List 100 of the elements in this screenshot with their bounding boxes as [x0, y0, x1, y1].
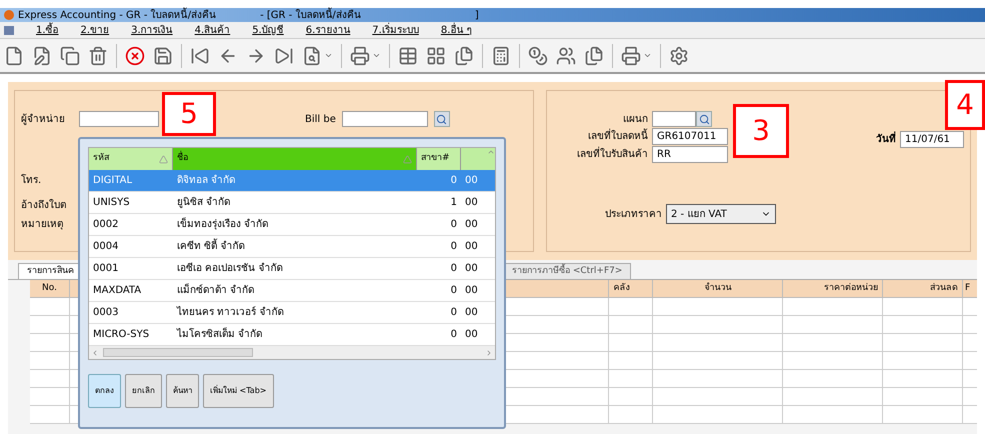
dialog-button[interactable]: ค้นหา	[166, 374, 199, 408]
sort-triangle-icon	[159, 154, 168, 164]
supplier-row[interactable]: 0004 เคซีท ซิตี้ จำกัด 0 00	[89, 236, 495, 258]
supplier-field[interactable]	[79, 111, 159, 127]
window-title-end: ]	[474, 8, 479, 22]
dropdown-caret-icon[interactable]	[643, 51, 652, 60]
table-cell-text: 0002	[92, 218, 120, 232]
window-subtitle: - [GR - ใบลดหนี้/ส่งคืน	[260, 8, 361, 22]
table-cell-text: 00	[464, 240, 479, 254]
save-icon[interactable]	[153, 46, 173, 66]
first-record-icon[interactable]	[190, 46, 210, 66]
table-cell-text: 00	[464, 284, 479, 298]
menu-item[interactable]: 8.อื่น ๆ	[440, 22, 472, 38]
field-label: ประเภทราคา	[605, 208, 662, 222]
department-field[interactable]	[652, 111, 696, 127]
menu-icon[interactable]	[4, 26, 14, 34]
date-field[interactable]: 11/07/61	[900, 131, 964, 148]
column-header: คลัง	[609, 280, 654, 297]
table-cell-text: ดิจิทอล จำกัด	[176, 174, 236, 188]
menu-item[interactable]: 1.ซื้อ	[36, 22, 59, 38]
coins-icon[interactable]	[528, 46, 548, 66]
cancel-icon[interactable]	[125, 46, 145, 66]
pages-icon[interactable]	[454, 46, 474, 66]
supplier-row[interactable]: MAXDATA แม็กซ์ดาต้า จำกัด 0 00	[89, 280, 495, 302]
column-header: ส่วนลด	[883, 280, 964, 297]
column-header: F	[964, 282, 972, 295]
calculator-icon[interactable]	[491, 46, 511, 66]
price-type-select[interactable]: 2 - แยก VAT	[666, 204, 776, 224]
column-header[interactable]: รหัส	[89, 148, 173, 170]
documents-icon[interactable]	[584, 46, 604, 66]
menu-item[interactable]: 6.รายงาน	[306, 22, 350, 38]
field-label: เลขที่ใบรับสินค้า	[577, 147, 648, 162]
table-cell-text: แม็กซ์ดาต้า จำกัด	[176, 283, 256, 298]
tab[interactable]: รายการภาษีซื้อ <Ctrl+F7>	[503, 263, 632, 279]
bill-field[interactable]	[342, 111, 428, 127]
sort-triangle-icon	[403, 154, 412, 164]
callout-number: 4	[945, 80, 985, 130]
scroll-left-icon[interactable]	[91, 348, 99, 356]
table-icon[interactable]	[398, 46, 418, 66]
table-cell-text: เอซีเอ คอเปอเรชัน จำกัด	[176, 262, 284, 276]
menu-item[interactable]: 5.บัญชี	[252, 22, 284, 38]
table-cell-text: 0004	[92, 240, 120, 254]
table-cell-text: 00	[464, 306, 479, 320]
menu-item[interactable]: 4.สินค้า	[194, 22, 230, 38]
field-label: ผู้จำหน่าย	[21, 112, 66, 126]
column-header[interactable]: สาขา#	[417, 148, 461, 170]
callout-number: 5	[162, 92, 216, 136]
table-cell-text: 00	[464, 174, 479, 188]
credit-note-field[interactable]: GR6107011	[652, 128, 728, 145]
grid-icon[interactable]	[426, 46, 446, 66]
table-cell-text: 0001	[92, 262, 120, 276]
people-icon[interactable]	[556, 46, 576, 66]
search-icon	[698, 114, 710, 124]
supplier-row[interactable]: 0002 เข็มทองรุ่งเรือง จำกัด 0 00	[89, 214, 495, 236]
table-cell: เคซีท ซิตี้ จำกัด	[173, 239, 417, 254]
table-cell-text: 00	[464, 218, 479, 232]
field-label: เลขที่ใบลดหนี้	[577, 129, 648, 144]
table-cell-text: 0	[450, 306, 458, 320]
table-cell-text: DIGITAL	[92, 174, 134, 188]
scroll-right-icon[interactable]	[485, 348, 493, 356]
settings-icon[interactable]	[669, 46, 689, 66]
table-cell-text: 1	[450, 196, 458, 210]
app-icon	[4, 10, 14, 20]
table-cell-text: 0	[450, 328, 458, 342]
find-document-icon[interactable]	[302, 46, 322, 66]
field-label: วันที่	[876, 132, 896, 147]
column-header[interactable]: ชื่อ	[173, 148, 417, 170]
menu-item[interactable]: 3.การเงิน	[131, 22, 173, 38]
dialog-button[interactable]: เพิ่มใหม่ <Tab>	[203, 374, 274, 408]
horizontal-scrollbar[interactable]	[89, 346, 495, 359]
dialog-button[interactable]: ยกเลิก	[125, 374, 162, 408]
trash-icon[interactable]	[88, 46, 108, 66]
supplier-row[interactable]: MICRO-SYS ไมโครซิสเต็ม จำกัด 0 00	[89, 324, 495, 346]
search-button[interactable]	[696, 111, 712, 127]
table-cell-text: ไทยนคร ทาวเวอร์ จำกัด	[176, 305, 284, 320]
search-icon	[436, 114, 448, 124]
receipt-field[interactable]: RR	[652, 146, 728, 163]
table-cell-text: 0	[450, 218, 458, 232]
field-label: หมายเหตุ	[21, 218, 63, 232]
table-cell-text: ไมโครซิสเต็ม จำกัด	[176, 327, 264, 342]
window-title: Express Accounting - GR - ใบลดหนี้/ส่งคืน	[18, 8, 216, 22]
dialog-button[interactable]: ตกลง	[88, 374, 121, 408]
scroll-up-icon[interactable]	[487, 148, 495, 156]
edit-icon[interactable]	[32, 46, 52, 66]
dropdown-caret-icon[interactable]	[372, 51, 381, 60]
print-preview-icon[interactable]	[621, 46, 641, 66]
scroll-thumb[interactable]	[103, 348, 253, 357]
search-button[interactable]	[434, 111, 450, 127]
field-label: อ้างถึงใบต	[21, 198, 66, 213]
copy-icon[interactable]	[60, 46, 80, 66]
menu-item[interactable]: 2.ขาย	[80, 22, 110, 38]
table-cell-text: 00	[464, 328, 479, 342]
table-cell-text: เข็มทองรุ่งเรือง จำกัด	[176, 217, 270, 232]
dropdown-caret-icon[interactable]	[324, 51, 333, 60]
table-cell-text: 00	[464, 262, 479, 276]
printer-icon[interactable]	[350, 46, 370, 66]
last-record-icon[interactable]	[274, 46, 294, 66]
new-document-icon[interactable]	[4, 46, 24, 66]
table-cell-text: ยูนิซิส จำกัด	[176, 196, 232, 210]
menu-item[interactable]: 7.เริ่มระบบ	[372, 22, 419, 38]
